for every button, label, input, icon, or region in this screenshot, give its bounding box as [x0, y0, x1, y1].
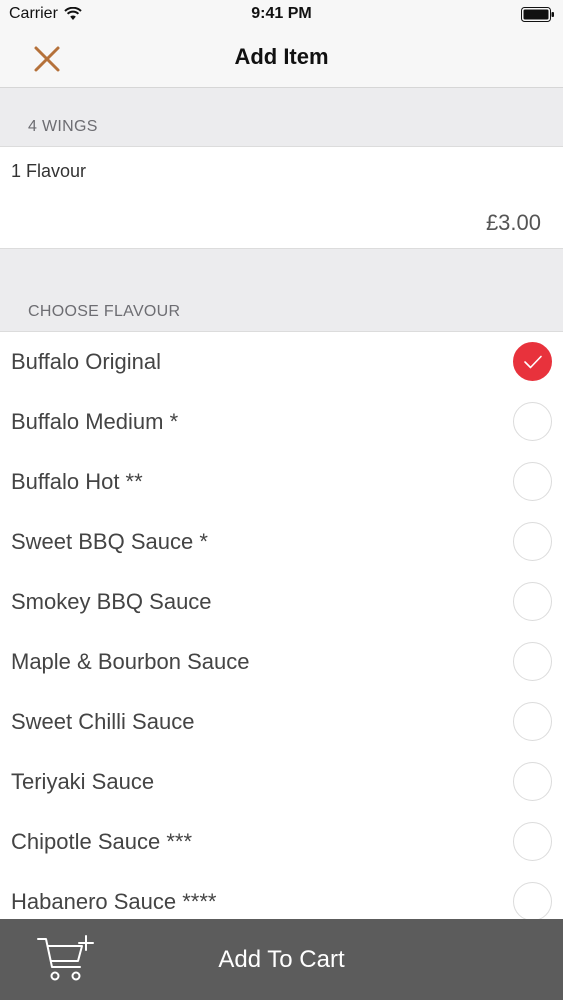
flavour-option-label: Habanero Sauce **** — [11, 889, 217, 914]
flavour-radio[interactable] — [513, 702, 552, 741]
flavour-option[interactable]: Teriyaki Sauce — [0, 752, 563, 812]
add-to-cart-button[interactable]: Add To Cart — [0, 919, 563, 1000]
flavour-option-label: Sweet BBQ Sauce * — [11, 529, 208, 554]
flavour-radio[interactable] — [513, 402, 552, 441]
flavour-option-label: Maple & Bourbon Sauce — [11, 649, 250, 674]
item-price: £3.00 — [485, 210, 541, 235]
navigation-bar: Add Item — [0, 30, 563, 88]
flavour-radio[interactable] — [513, 582, 552, 621]
add-to-cart-label: Add To Cart — [218, 946, 345, 973]
flavour-option[interactable]: Buffalo Original — [0, 332, 563, 392]
flavour-option[interactable]: Smokey BBQ Sauce — [0, 572, 563, 632]
item-section-title: 4 WINGS — [28, 118, 98, 135]
flavour-list: Buffalo Original Buffalo Medium * Buffal… — [0, 332, 563, 932]
flavour-section-title: CHOOSE FLAVOUR — [28, 303, 181, 320]
flavour-option-label: Sweet Chilli Sauce — [11, 709, 195, 734]
flavour-option-label: Buffalo Hot ** — [11, 469, 143, 494]
battery-icon — [521, 7, 554, 22]
flavour-radio[interactable] — [513, 882, 552, 921]
flavour-radio[interactable] — [513, 342, 552, 381]
page-title: Add Item — [234, 44, 329, 69]
checkmark-icon — [523, 355, 542, 368]
flavour-option[interactable]: Buffalo Hot ** — [0, 452, 563, 512]
flavour-radio[interactable] — [513, 642, 552, 681]
flavour-option-label: Teriyaki Sauce — [11, 769, 155, 794]
flavour-option-label: Smokey BBQ Sauce — [11, 589, 212, 614]
flavour-option[interactable]: Sweet Chilli Sauce — [0, 692, 563, 752]
item-details: 1 Flavour £3.00 — [0, 147, 563, 249]
flavour-section-header: CHOOSE FLAVOUR — [0, 249, 563, 332]
flavour-option[interactable]: Buffalo Medium * — [0, 392, 563, 452]
item-description: 1 Flavour — [11, 161, 87, 181]
flavour-option[interactable]: Maple & Bourbon Sauce — [0, 632, 563, 692]
status-time: 9:41 PM — [251, 5, 312, 22]
flavour-radio[interactable] — [513, 522, 552, 561]
flavour-option[interactable]: Sweet BBQ Sauce * — [0, 512, 563, 572]
flavour-option-label: Buffalo Medium * — [11, 409, 179, 434]
flavour-option-label: Buffalo Original — [11, 349, 162, 374]
flavour-option-label: Chipotle Sauce *** — [11, 829, 193, 854]
flavour-option[interactable]: Chipotle Sauce *** — [0, 812, 563, 872]
flavour-radio[interactable] — [513, 762, 552, 801]
item-section-header: 4 WINGS — [0, 88, 563, 147]
flavour-radio[interactable] — [513, 462, 552, 501]
status-bar: Carrier 9:41 PM — [0, 0, 563, 30]
flavour-radio[interactable] — [513, 822, 552, 861]
